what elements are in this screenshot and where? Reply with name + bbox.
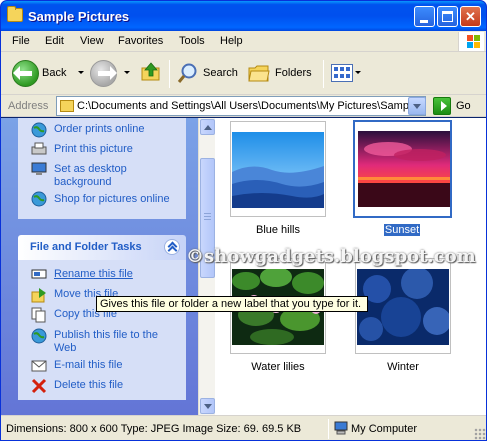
printer-icon [31,142,47,155]
folder-icon [7,6,23,22]
task-rename-file[interactable]: Rename this file [54,268,133,281]
explorer-window: Sample Pictures ✕ File Edit View Favorit… [0,0,487,441]
globe-icon [31,328,47,344]
winter-image [357,269,449,345]
thumbnail-winter[interactable] [355,258,451,354]
tooltip: Gives this file or folder a new label th… [96,296,368,312]
minimize-button[interactable] [414,6,435,27]
toolbar: Back Search Folders [1,52,486,95]
collapse-chevron-icon[interactable] [164,239,180,255]
resize-grip-icon[interactable] [474,428,486,440]
thumbnail-label[interactable]: Winter [353,361,453,373]
forward-dropdown-icon[interactable] [124,71,130,74]
close-button[interactable]: ✕ [460,6,481,27]
task-publish-to-web[interactable]: Publish this file to the Web [54,329,174,355]
menu-favorites[interactable]: Favorites [118,35,163,47]
globe-icon [31,191,47,207]
task-email-file[interactable]: E-mail this file [54,359,122,372]
delete-icon [31,378,47,394]
blue-hills-image [232,132,324,208]
title-bar[interactable]: Sample Pictures ✕ [1,1,486,31]
task-delete-file[interactable]: Delete this file [54,379,123,392]
file-folder-tasks-header[interactable]: File and Folder Tasks [18,235,186,260]
globe-icon [31,122,47,138]
go-arrow-icon[interactable] [433,97,451,115]
toolbar-separator [169,60,170,88]
task-pane: Order prints online Print this picture S… [1,118,198,415]
menu-edit[interactable]: Edit [45,35,64,47]
views-icon[interactable] [331,64,353,82]
address-dropdown-icon[interactable] [408,97,426,115]
scroll-up-icon[interactable] [200,119,215,135]
copy-icon [31,307,46,323]
selected-file-name[interactable]: Sunset [382,223,422,237]
task-print-picture[interactable]: Print this picture [54,143,133,156]
views-dropdown-icon[interactable] [355,71,361,74]
folders-button-label[interactable]: Folders [275,67,312,79]
address-label: Address [8,100,49,112]
folders-icon[interactable] [248,63,270,83]
status-bar: Dimensions: 800 x 600 Type: JPEG Image S… [1,415,486,440]
menu-help[interactable]: Help [220,35,243,47]
thumbnail-sunset[interactable] [353,120,452,218]
scroll-down-icon[interactable] [200,398,215,414]
status-separator [328,419,329,439]
desktop-icon [31,162,47,175]
menu-bar: File Edit View Favorites Tools Help [1,31,486,52]
search-icon[interactable] [177,62,199,84]
back-button-label[interactable]: Back [42,67,66,79]
windows-logo-icon [458,32,484,51]
back-arrow-icon[interactable] [12,60,39,87]
picture-tasks-panel: Order prints online Print this picture S… [18,118,186,219]
panel-title: File and Folder Tasks [30,241,142,253]
task-shop-pictures[interactable]: Shop for pictures online [54,193,170,206]
go-button-label[interactable]: Go [456,100,471,112]
maximize-button[interactable] [437,6,458,27]
email-icon [31,360,47,372]
thumbnail-label-selected[interactable]: Sunset [352,223,452,237]
forward-arrow-icon[interactable] [90,60,117,87]
my-computer-icon [334,421,348,435]
window-title: Sample Pictures [28,9,130,24]
thumbnail-label[interactable]: Water lilies [228,361,328,373]
status-details: Dimensions: 800 x 600 Type: JPEG Image S… [6,423,302,435]
thumbnail-blue-hills[interactable] [230,121,326,217]
thumbnail-label[interactable]: Blue hills [228,224,328,236]
sunset-image [358,131,450,207]
search-button-label[interactable]: Search [203,67,238,79]
address-path[interactable]: C:\Documents and Settings\All Users\Docu… [77,100,418,112]
menu-tools[interactable]: Tools [179,35,205,47]
toolbar-separator [323,60,324,88]
menu-view[interactable]: View [80,35,104,47]
task-set-desktop-background[interactable]: Set as desktop background [54,163,179,189]
status-zone: My Computer [351,423,418,435]
move-icon [31,288,46,303]
address-bar: Address C:\Documents and Settings\All Us… [1,95,486,117]
address-input[interactable]: C:\Documents and Settings\All Users\Docu… [56,96,426,116]
folder-up-icon[interactable] [141,62,161,82]
menu-file[interactable]: File [12,35,30,47]
task-order-prints[interactable]: Order prints online [54,123,145,136]
folder-icon [60,100,74,112]
watermark: ©showgadgets.blogspot.com [186,246,476,267]
rename-icon [31,269,47,279]
back-dropdown-icon[interactable] [78,71,84,74]
file-folder-tasks-panel: Rename this file Move this file Copy thi… [18,260,186,400]
